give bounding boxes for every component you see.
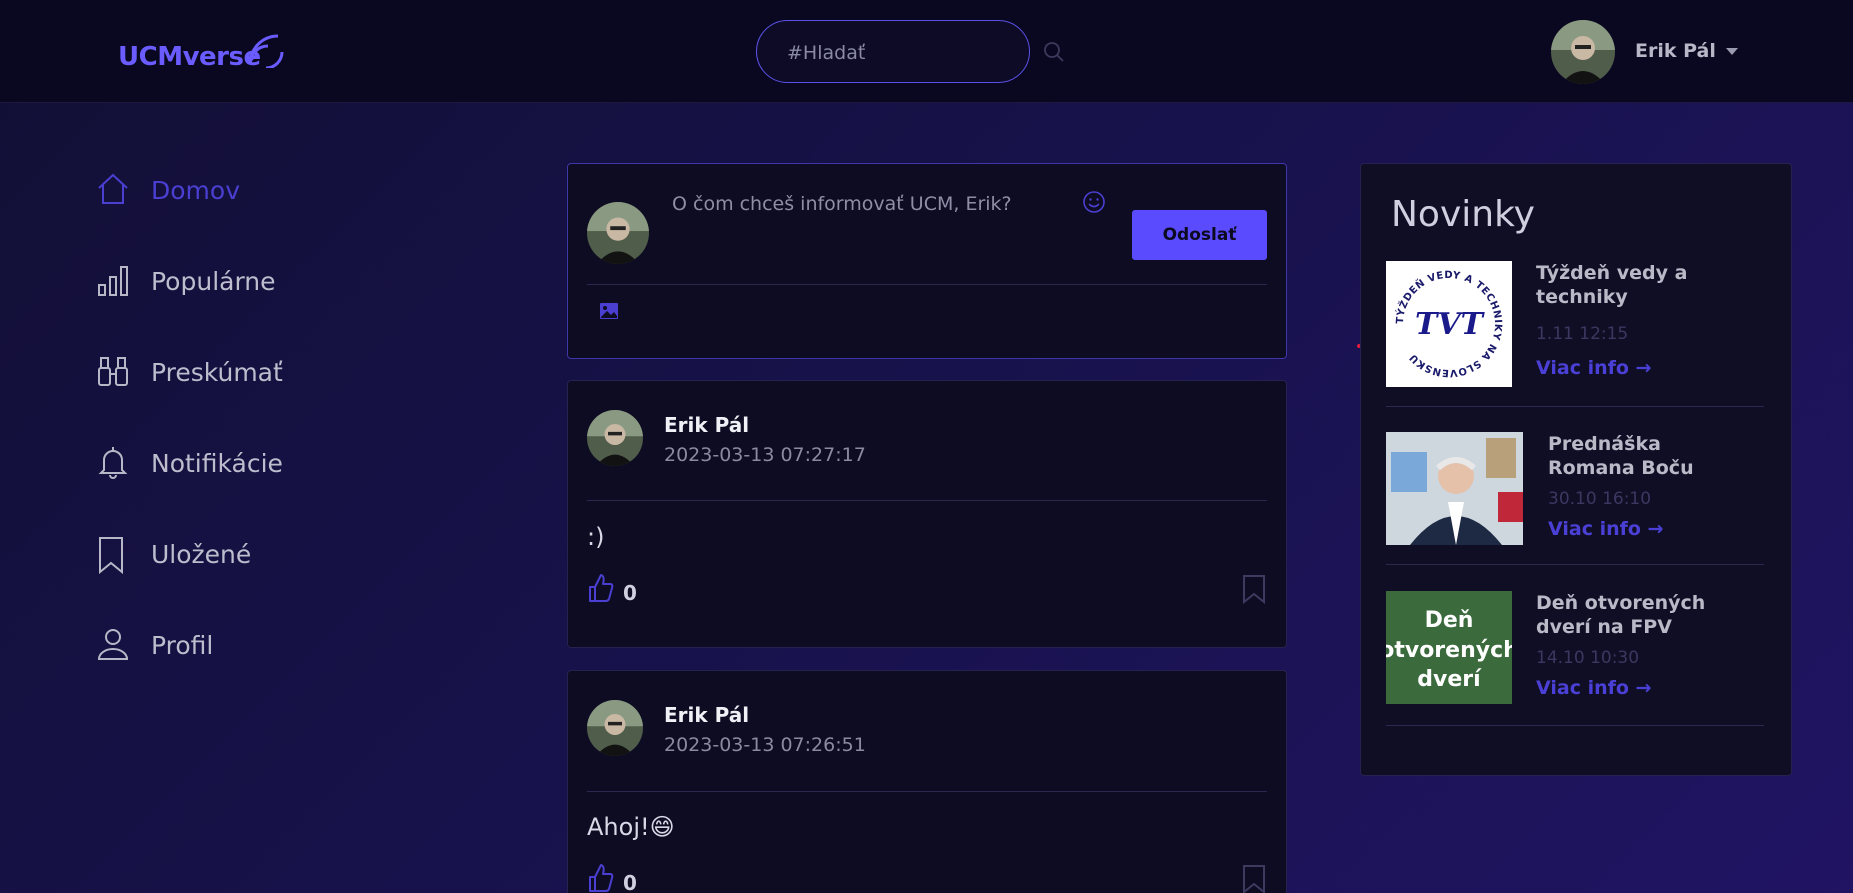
header-user-name[interactable]: Erik Pál [1635, 40, 1716, 62]
binoculars-icon [98, 357, 128, 386]
composer-divider [587, 284, 1267, 285]
search-input[interactable] [787, 41, 1007, 65]
news-item-title[interactable]: Týždeň vedy a techniky [1536, 261, 1746, 309]
news-thumbnail[interactable]: TÝŽDEŇ VEDY A TECHNIKY NA SLOVENSKU TVT [1386, 261, 1512, 387]
post-date: 2023-03-13 07:27:17 [664, 444, 866, 466]
search-icon[interactable] [1043, 41, 1065, 63]
composer-avatar [587, 202, 649, 264]
sidebar-item-label: Notifikácie [151, 449, 283, 478]
post-card: Erik Pál 2023-03-13 07:26:51 Ahoj!😄 0 [567, 670, 1287, 893]
sidebar-item-label: Populárne [151, 267, 276, 296]
bookmark-icon[interactable] [1242, 574, 1266, 604]
news-item-more-link[interactable]: Viac info → [1536, 677, 1651, 699]
like-count: 0 [623, 871, 637, 893]
news-item-more-link[interactable]: Viac info → [1536, 357, 1651, 379]
news-item-time: 14.10 10:30 [1536, 648, 1640, 668]
post-avatar[interactable] [587, 700, 643, 756]
chevron-down-icon[interactable] [1726, 48, 1738, 55]
person-icon [97, 629, 129, 660]
emoji-icon[interactable] [1082, 190, 1106, 214]
news-item-time: 30.10 16:10 [1548, 489, 1652, 509]
post-author[interactable]: Erik Pál [664, 703, 749, 727]
news-thumbnail[interactable]: Deň otvorených dverí [1386, 591, 1512, 704]
news-separator [1386, 406, 1764, 407]
home-icon [98, 173, 128, 204]
news-separator [1386, 564, 1764, 565]
news-item-time: 1.11 12:15 [1536, 324, 1629, 344]
news-panel: Novinky TÝŽDEŇ VEDY A TECHNIKY NA SLOVEN… [1360, 163, 1792, 776]
image-upload-icon[interactable] [599, 302, 619, 320]
wifi-waves-icon [248, 34, 284, 68]
post-date: 2023-03-13 07:26:51 [664, 734, 866, 756]
svg-text:TVT: TVT [1415, 307, 1486, 342]
thumbs-up-icon[interactable] [588, 863, 614, 893]
sidebar-item-label: Preskúmať [151, 358, 283, 387]
news-item[interactable]: Deň otvorených dverí Deň otvorených dver… [1386, 591, 1764, 737]
send-button[interactable]: Odoslať [1132, 210, 1267, 260]
post-text: Ahoj!😄 [587, 813, 675, 841]
post-avatar[interactable] [587, 410, 643, 466]
svg-text:Deň: Deň [1425, 608, 1474, 633]
sidebar-item-label: Domov [151, 176, 240, 205]
svg-text:otvorených: otvorených [1386, 638, 1512, 663]
news-item-more-link[interactable]: Viac info → [1548, 518, 1663, 540]
thumbs-up-icon[interactable] [588, 573, 614, 603]
post-text: :) [587, 523, 605, 551]
news-item[interactable]: Prednáška Romana Boču 30.10 16:10 Viac i… [1386, 432, 1764, 578]
logo-text[interactable]: UCMverse [118, 42, 261, 72]
news-item[interactable]: TÝŽDEŇ VEDY A TECHNIKY NA SLOVENSKU TVT … [1386, 261, 1764, 407]
post-composer: Odoslať [567, 163, 1287, 359]
search-box[interactable] [756, 20, 1030, 83]
top-bar: UCMverse Erik Pál [0, 0, 1853, 103]
news-thumbnail[interactable] [1386, 432, 1523, 545]
post-author[interactable]: Erik Pál [664, 413, 749, 437]
bar-chart-icon [98, 266, 128, 296]
like-count: 0 [623, 581, 637, 605]
post-divider [587, 500, 1267, 501]
composer-input[interactable] [672, 189, 1072, 219]
sidebar-item-label: Uložené [151, 540, 252, 569]
post-card: Erik Pál 2023-03-13 07:27:17 :) 0 [567, 380, 1287, 648]
user-avatar[interactable] [1551, 20, 1615, 84]
news-item-title[interactable]: Prednáška Romana Boču [1548, 432, 1748, 480]
sidebar-item-label: Profil [151, 631, 214, 660]
news-item-title[interactable]: Deň otvorených dverí na FPV [1536, 591, 1746, 639]
bell-icon [98, 447, 128, 479]
bookmark-icon[interactable] [1242, 864, 1266, 893]
bookmark-icon [99, 537, 123, 574]
post-divider [587, 791, 1267, 792]
news-separator [1386, 725, 1764, 726]
svg-text:dverí: dverí [1417, 667, 1482, 692]
news-title: Novinky [1391, 194, 1535, 235]
